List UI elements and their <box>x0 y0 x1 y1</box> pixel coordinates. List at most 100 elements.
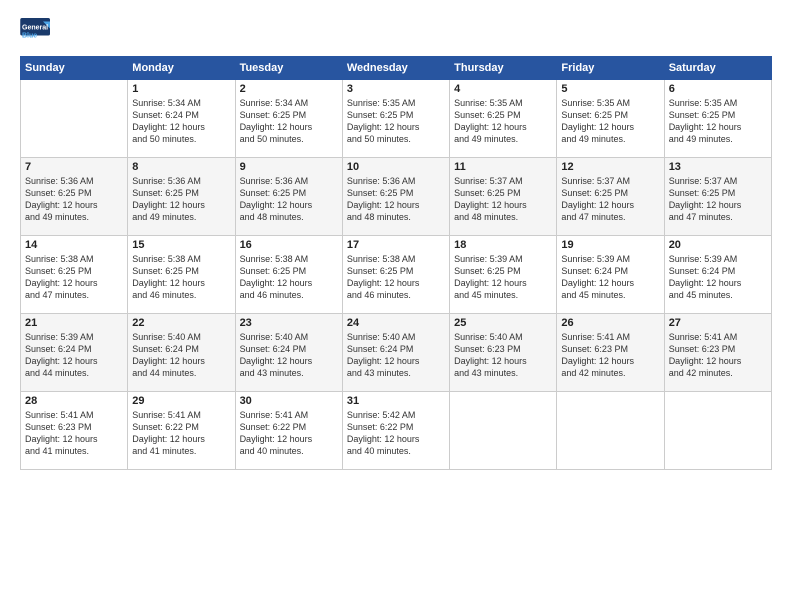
day-number: 17 <box>347 239 445 251</box>
calendar-cell <box>664 392 771 470</box>
day-info: Sunrise: 5:38 AM Sunset: 6:25 PM Dayligh… <box>25 253 123 302</box>
calendar-cell: 1Sunrise: 5:34 AM Sunset: 6:24 PM Daylig… <box>128 80 235 158</box>
day-number: 21 <box>25 317 123 329</box>
svg-text:General: General <box>22 24 48 31</box>
logo-icon: General Blue <box>20 18 52 46</box>
calendar-cell: 2 Sunrise: 5:34 AM Sunset: 6:25 PM Daylig… <box>235 80 342 158</box>
calendar-cell <box>450 392 557 470</box>
day-info: Sunrise: 5:42 AM Sunset: 6:22 PM Dayligh… <box>347 409 445 458</box>
day-number: 19 <box>561 239 659 251</box>
calendar-cell: 5 Sunrise: 5:35 AM Sunset: 6:25 PM Daylig… <box>557 80 664 158</box>
calendar-cell: 16 Sunrise: 5:38 AM Sunset: 6:25 PM Dayli… <box>235 236 342 314</box>
calendar-cell: 18 Sunrise: 5:39 AM Sunset: 6:25 PM Dayli… <box>450 236 557 314</box>
calendar-cell: 9 Sunrise: 5:36 AM Sunset: 6:25 PM Daylig… <box>235 158 342 236</box>
day-number: 29 <box>132 395 230 407</box>
calendar-cell: 11 Sunrise: 5:37 AM Sunset: 6:25 PM Dayli… <box>450 158 557 236</box>
calendar-cell: 15 Sunrise: 5:38 AM Sunset: 6:25 PM Dayli… <box>128 236 235 314</box>
col-header-sunday: Sunday <box>21 57 128 80</box>
day-number: 9 <box>240 161 338 173</box>
day-number: 13 <box>669 161 767 173</box>
day-info: Sunrise: 5:39 AM Sunset: 6:24 PM Dayligh… <box>561 253 659 302</box>
day-info: Sunrise: 5:40 AM Sunset: 6:24 PM Dayligh… <box>347 331 445 380</box>
calendar-page: General Blue SundayMondayTuesdayWednesda… <box>0 0 792 612</box>
week-row-4: 21 Sunrise: 5:39 AM Sunset: 6:24 PM Dayli… <box>21 314 772 392</box>
col-header-saturday: Saturday <box>664 57 771 80</box>
calendar-cell: 24 Sunrise: 5:40 AM Sunset: 6:24 PM Dayli… <box>342 314 449 392</box>
col-header-wednesday: Wednesday <box>342 57 449 80</box>
calendar-cell: 8Sunrise: 5:36 AM Sunset: 6:25 PM Daylig… <box>128 158 235 236</box>
calendar-cell: 17Sunrise: 5:38 AM Sunset: 6:25 PM Dayli… <box>342 236 449 314</box>
svg-text:Blue: Blue <box>22 32 37 39</box>
day-info: Sunrise: 5:39 AM Sunset: 6:24 PM Dayligh… <box>25 331 123 380</box>
header-row: SundayMondayTuesdayWednesdayThursdayFrid… <box>21 57 772 80</box>
day-info: Sunrise: 5:39 AM Sunset: 6:24 PM Dayligh… <box>669 253 767 302</box>
day-info: Sunrise: 5:36 AM Sunset: 6:25 PM Dayligh… <box>347 175 445 224</box>
calendar-table: SundayMondayTuesdayWednesdayThursdayFrid… <box>20 56 772 470</box>
logo: General Blue <box>20 18 56 46</box>
week-row-3: 14Sunrise: 5:38 AM Sunset: 6:25 PM Dayli… <box>21 236 772 314</box>
calendar-cell: 30 Sunrise: 5:41 AM Sunset: 6:22 PM Dayli… <box>235 392 342 470</box>
day-info: Sunrise: 5:40 AM Sunset: 6:24 PM Dayligh… <box>132 331 230 380</box>
day-info: Sunrise: 5:36 AM Sunset: 6:25 PM Dayligh… <box>240 175 338 224</box>
day-number: 24 <box>347 317 445 329</box>
calendar-cell: 22 Sunrise: 5:40 AM Sunset: 6:24 PM Dayli… <box>128 314 235 392</box>
day-number: 25 <box>454 317 552 329</box>
day-number: 8 <box>132 161 230 173</box>
day-number: 7 <box>25 161 123 173</box>
day-info: Sunrise: 5:41 AM Sunset: 6:22 PM Dayligh… <box>240 409 338 458</box>
header: General Blue <box>20 18 772 46</box>
day-info: Sunrise: 5:37 AM Sunset: 6:25 PM Dayligh… <box>561 175 659 224</box>
calendar-cell: 21 Sunrise: 5:39 AM Sunset: 6:24 PM Dayli… <box>21 314 128 392</box>
day-info: Sunrise: 5:35 AM Sunset: 6:25 PM Dayligh… <box>347 97 445 146</box>
calendar-cell: 14Sunrise: 5:38 AM Sunset: 6:25 PM Dayli… <box>21 236 128 314</box>
col-header-friday: Friday <box>557 57 664 80</box>
day-info: Sunrise: 5:38 AM Sunset: 6:25 PM Dayligh… <box>132 253 230 302</box>
day-number: 18 <box>454 239 552 251</box>
day-number: 1 <box>132 83 230 95</box>
day-number: 15 <box>132 239 230 251</box>
day-info: Sunrise: 5:35 AM Sunset: 6:25 PM Dayligh… <box>561 97 659 146</box>
week-row-5: 28Sunrise: 5:41 AM Sunset: 6:23 PM Dayli… <box>21 392 772 470</box>
day-info: Sunrise: 5:41 AM Sunset: 6:23 PM Dayligh… <box>561 331 659 380</box>
day-number: 6 <box>669 83 767 95</box>
calendar-cell: 23Sunrise: 5:40 AM Sunset: 6:24 PM Dayli… <box>235 314 342 392</box>
day-info: Sunrise: 5:40 AM Sunset: 6:23 PM Dayligh… <box>454 331 552 380</box>
day-number: 22 <box>132 317 230 329</box>
calendar-cell: 10Sunrise: 5:36 AM Sunset: 6:25 PM Dayli… <box>342 158 449 236</box>
calendar-cell: 6 Sunrise: 5:35 AM Sunset: 6:25 PM Daylig… <box>664 80 771 158</box>
calendar-cell: 3 Sunrise: 5:35 AM Sunset: 6:25 PM Daylig… <box>342 80 449 158</box>
day-number: 5 <box>561 83 659 95</box>
calendar-cell: 26 Sunrise: 5:41 AM Sunset: 6:23 PM Dayli… <box>557 314 664 392</box>
calendar-cell: 7Sunrise: 5:36 AM Sunset: 6:25 PM Daylig… <box>21 158 128 236</box>
col-header-thursday: Thursday <box>450 57 557 80</box>
day-number: 11 <box>454 161 552 173</box>
day-number: 30 <box>240 395 338 407</box>
day-number: 2 <box>240 83 338 95</box>
calendar-cell: 20 Sunrise: 5:39 AM Sunset: 6:24 PM Dayli… <box>664 236 771 314</box>
calendar-cell: 29Sunrise: 5:41 AM Sunset: 6:22 PM Dayli… <box>128 392 235 470</box>
day-number: 3 <box>347 83 445 95</box>
day-info: Sunrise: 5:37 AM Sunset: 6:25 PM Dayligh… <box>669 175 767 224</box>
calendar-cell <box>21 80 128 158</box>
calendar-cell: 4Sunrise: 5:35 AM Sunset: 6:25 PM Daylig… <box>450 80 557 158</box>
day-info: Sunrise: 5:41 AM Sunset: 6:23 PM Dayligh… <box>25 409 123 458</box>
calendar-cell <box>557 392 664 470</box>
day-number: 20 <box>669 239 767 251</box>
calendar-cell: 12Sunrise: 5:37 AM Sunset: 6:25 PM Dayli… <box>557 158 664 236</box>
calendar-cell: 25 Sunrise: 5:40 AM Sunset: 6:23 PM Dayli… <box>450 314 557 392</box>
col-header-tuesday: Tuesday <box>235 57 342 80</box>
day-number: 27 <box>669 317 767 329</box>
day-number: 26 <box>561 317 659 329</box>
week-row-1: 1Sunrise: 5:34 AM Sunset: 6:24 PM Daylig… <box>21 80 772 158</box>
day-info: Sunrise: 5:35 AM Sunset: 6:25 PM Dayligh… <box>669 97 767 146</box>
day-info: Sunrise: 5:34 AM Sunset: 6:25 PM Dayligh… <box>240 97 338 146</box>
day-info: Sunrise: 5:35 AM Sunset: 6:25 PM Dayligh… <box>454 97 552 146</box>
day-info: Sunrise: 5:39 AM Sunset: 6:25 PM Dayligh… <box>454 253 552 302</box>
day-info: Sunrise: 5:38 AM Sunset: 6:25 PM Dayligh… <box>240 253 338 302</box>
calendar-cell: 27Sunrise: 5:41 AM Sunset: 6:23 PM Dayli… <box>664 314 771 392</box>
day-info: Sunrise: 5:40 AM Sunset: 6:24 PM Dayligh… <box>240 331 338 380</box>
day-info: Sunrise: 5:37 AM Sunset: 6:25 PM Dayligh… <box>454 175 552 224</box>
calendar-cell: 13 Sunrise: 5:37 AM Sunset: 6:25 PM Dayli… <box>664 158 771 236</box>
calendar-cell: 28Sunrise: 5:41 AM Sunset: 6:23 PM Dayli… <box>21 392 128 470</box>
day-number: 16 <box>240 239 338 251</box>
